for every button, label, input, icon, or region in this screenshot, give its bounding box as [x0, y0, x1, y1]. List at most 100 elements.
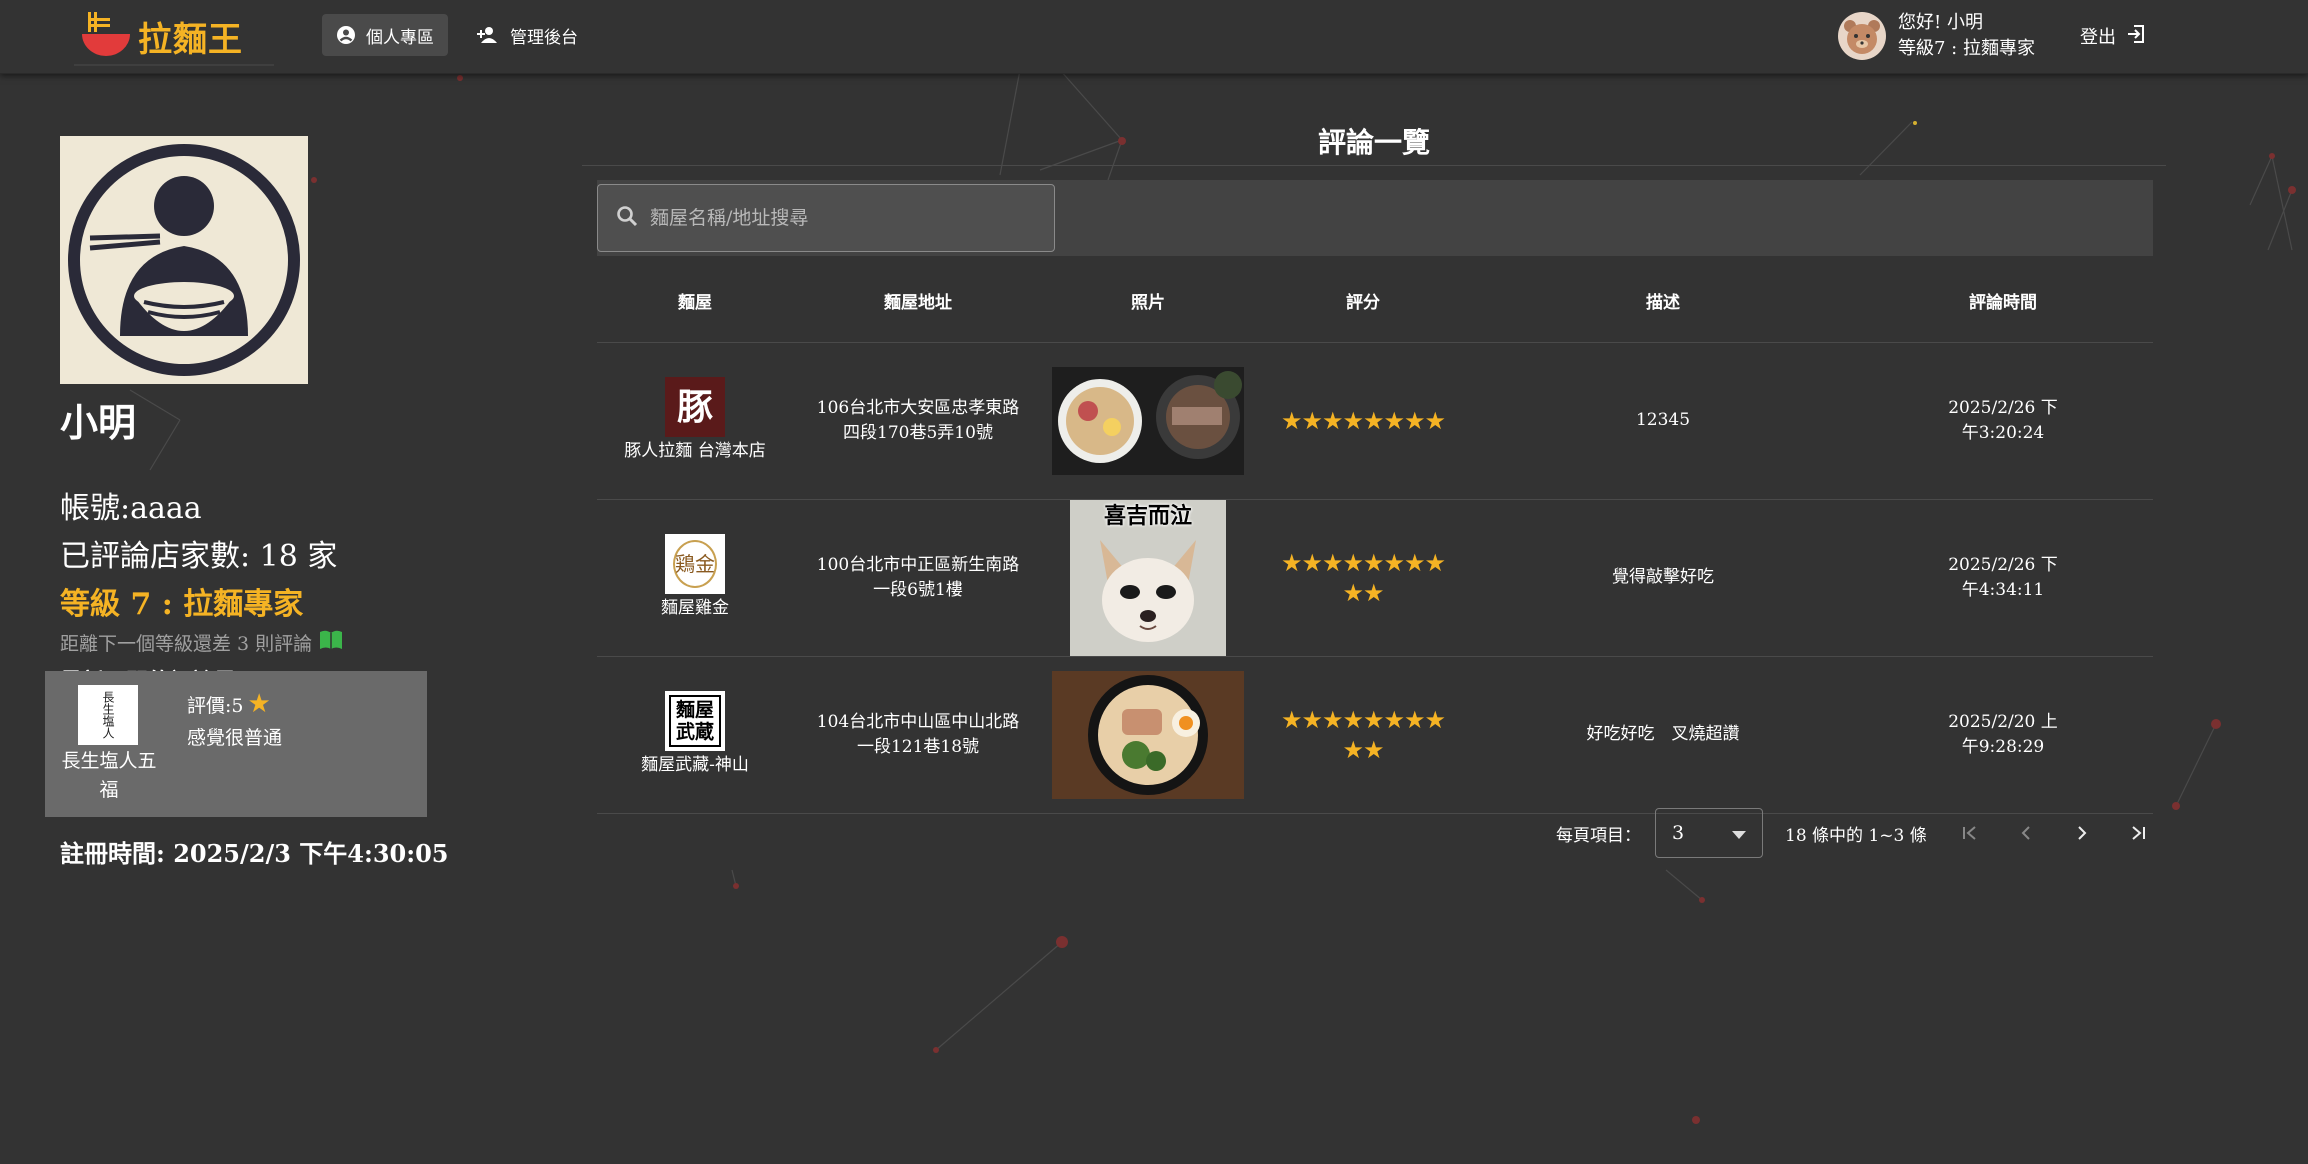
nav-personal-button[interactable]: 個人專區: [322, 14, 448, 56]
search-toolbar: [597, 180, 2153, 256]
logout-button[interactable]: 登出: [2080, 16, 2146, 56]
cell-time: 2025/2/20 上午9:28:29: [1853, 656, 2153, 814]
first-page-button[interactable]: [1957, 823, 1983, 843]
rating-stars: ★★★★★★★★: [1280, 406, 1446, 435]
nav-admin-label: 管理後台: [510, 27, 578, 48]
column-header-photo[interactable]: 照片: [1043, 260, 1253, 343]
chevron-right-icon: [2078, 826, 2087, 840]
chevron-left-icon: [2021, 826, 2030, 840]
page-range: 18 條中的 1~3 條: [1785, 825, 1927, 846]
latest-shop-logo: 長生塩人: [78, 685, 138, 745]
cell-desc: 覺得敲擊好吃: [1473, 499, 1853, 657]
profile-image: [60, 136, 308, 384]
last-page-icon: [2132, 826, 2145, 840]
cell-desc: 好吃好吃 叉燒超讚: [1473, 656, 1853, 814]
nav-personal-label: 個人專區: [366, 27, 434, 48]
last-page-button[interactable]: [2125, 823, 2151, 843]
cell-photo: [1043, 342, 1253, 500]
dog-photo[interactable]: 喜吉而泣: [1070, 499, 1226, 656]
shop-name: 麵屋武藏-神山: [641, 755, 749, 775]
rating-stars: ★★★★★★★★: [1280, 548, 1446, 577]
latest-review-desc: 感覺很普通: [187, 727, 283, 749]
cell-shop: 鶏金 麵屋雞金: [597, 499, 793, 657]
rating-stars-extra: ★★: [1342, 735, 1384, 764]
account-circle-icon: [336, 25, 356, 45]
rating-stars: ★★★★★★★★: [1280, 705, 1446, 734]
profile-panel: 小明 帳號:aaaa 已評論店家數: 18 家 等級 7 : 拉麵專家 距離下一…: [60, 136, 460, 696]
reviews-table: 麵屋 麵屋地址 照片 評分 描述 評論時間 豚 豚人拉麵 台灣本店 106台北市…: [597, 260, 2153, 814]
reviews-panel: 評論一覽 麵屋 麵屋地址 照片 評分 描述 評論時間: [582, 120, 2166, 814]
top-navbar: 拉麵王 個人專區 管理後台 您好! 小明 等級7 : 拉麵專家 登出: [0, 0, 2308, 74]
reviews-title: 評論一覽: [582, 120, 2166, 166]
profile-next-level: 距離下一個等級還差 3 則評論: [60, 629, 460, 656]
cell-rating: ★★★★★★★★ ★★: [1253, 499, 1473, 657]
person-add-icon: [476, 25, 500, 45]
latest-rating-label: 評價:5: [187, 694, 244, 717]
user-level: 等級7 : 拉麵專家: [1898, 38, 2035, 59]
shop-logo: 鶏金: [665, 534, 725, 594]
cell-rating: ★★★★★★★★ ★★: [1253, 656, 1473, 814]
book-icon: [318, 629, 344, 656]
shop-logo-text: 鶏金: [673, 540, 717, 588]
shop-name: 麵屋雞金: [661, 598, 729, 618]
shop-logo-text: 麵屋武蔵: [669, 695, 721, 747]
logo-text: 拉麵王: [138, 20, 243, 60]
latest-shop-logo-text: 長生塩人: [101, 691, 115, 739]
ramen-photo[interactable]: [1052, 366, 1244, 475]
ramen-photo[interactable]: [1052, 670, 1244, 799]
column-header-time[interactable]: 評論時間: [1853, 260, 2153, 343]
search-icon: [616, 205, 638, 231]
prev-page-button[interactable]: [2013, 823, 2039, 843]
cell-address: 104台北市中山區中山北路一段121巷18號: [793, 656, 1043, 814]
next-page-button[interactable]: [2069, 823, 2095, 843]
shop-name: 豚人拉麵 台灣本店: [624, 441, 766, 461]
shop-logo: 豚: [665, 377, 725, 437]
cell-desc: 12345: [1473, 342, 1853, 500]
shop-logo-text: 豚: [676, 385, 713, 428]
next-level-text: 距離下一個等級還差 3 則評論: [60, 633, 313, 655]
cell-time: 2025/2/26 下午4:34:11: [1853, 499, 2153, 657]
profile-level: 等級 7 : 拉麵專家: [60, 587, 304, 622]
ramen-bowl-icon: [82, 12, 130, 56]
rating-stars-extra: ★★: [1342, 578, 1384, 607]
profile-account: 帳號:aaaa: [60, 491, 202, 526]
search-field[interactable]: [597, 184, 1055, 252]
nav-admin-button[interactable]: 管理後台: [462, 14, 592, 56]
logout-label: 登出: [2080, 27, 2116, 48]
column-header-desc[interactable]: 描述: [1473, 260, 1853, 343]
cell-address: 106台北市大安區忠孝東路四段170巷5弄10號: [793, 342, 1043, 500]
table-row[interactable]: 豚 豚人拉麵 台灣本店 106台北市大安區忠孝東路四段170巷5弄10號 ★★★…: [597, 342, 2153, 500]
column-header-shop[interactable]: 麵屋: [597, 260, 793, 343]
latest-shop-name: 長生塩人五福: [61, 750, 157, 801]
profile-name: 小明: [60, 400, 137, 445]
profile-review-count: 已評論店家數: 18 家: [60, 539, 338, 574]
shop-logo: 麵屋武蔵: [665, 691, 725, 751]
column-header-address[interactable]: 麵屋地址: [793, 260, 1043, 343]
cell-photo: [1043, 656, 1253, 814]
user-greeting: 您好! 小明: [1898, 12, 1983, 33]
bear-avatar-icon: [1844, 20, 1880, 54]
table-row[interactable]: 鶏金 麵屋雞金 100台北市中正區新生南路一段6號1樓 喜吉而泣 ★★★★★★★…: [597, 499, 2153, 657]
per-page-label: 每頁項目：: [1556, 825, 1641, 846]
per-page-select[interactable]: 3: [1655, 808, 1763, 858]
column-header-rating[interactable]: 評分: [1253, 260, 1473, 343]
cell-address: 100台北市中正區新生南路一段6號1樓: [793, 499, 1043, 657]
dropdown-arrow-icon: [1732, 822, 1746, 844]
star-icon: ★: [247, 689, 271, 719]
latest-rating: 評價:5 ★: [187, 689, 271, 719]
avatar[interactable]: [1838, 12, 1886, 60]
cell-time: 2025/2/26 下午3:20:24: [1853, 342, 2153, 500]
pagination: 每頁項目： 3 18 條中的 1~3 條: [1556, 808, 2151, 858]
table-header-row: 麵屋 麵屋地址 照片 評分 描述 評論時間: [597, 260, 2153, 343]
logout-icon: [2126, 24, 2146, 49]
latest-review-card[interactable]: 長生塩人 長生塩人五福 評價:5 ★ 感覺很普通: [45, 671, 427, 817]
register-time: 註冊時間: 2025/2/3 下午4:30:05: [60, 839, 449, 868]
app-logo[interactable]: 拉麵王: [74, 6, 274, 66]
search-input[interactable]: [650, 207, 1030, 229]
ramen-eater-illustration: [68, 144, 300, 376]
cell-shop: 豚 豚人拉麵 台灣本店: [597, 342, 793, 500]
user-info: 您好! 小明 等級7 : 拉麵專家: [1838, 8, 2035, 64]
table-row[interactable]: 麵屋武蔵 麵屋武藏-神山 104台北市中山區中山北路一段121巷18號 ★★★★…: [597, 656, 2153, 814]
cell-rating: ★★★★★★★★: [1253, 342, 1473, 500]
cell-photo: 喜吉而泣: [1043, 499, 1253, 657]
